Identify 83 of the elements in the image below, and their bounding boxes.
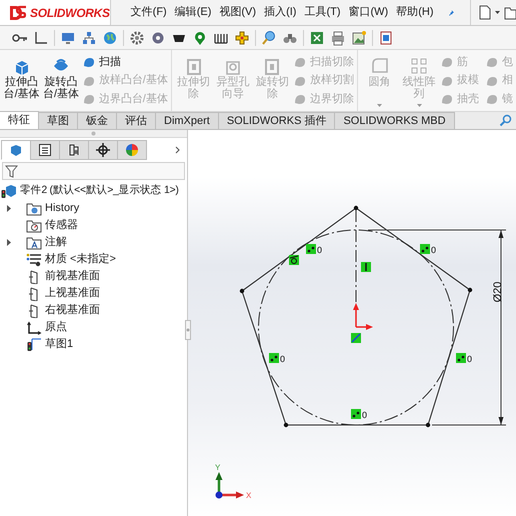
tree-item[interactable]: 右视基准面 [45,302,100,319]
origin-icon [26,320,42,334]
folder-icon [26,218,42,232]
feature-icon [293,92,308,106]
gear-icon[interactable] [129,30,145,46]
relation-marker[interactable] [361,262,371,272]
collapsed-arrow-icon[interactable] [6,239,12,246]
logo-mark-icon [8,4,28,22]
tab[interactable]: SOLIDWORKS 插件 [218,112,336,129]
feature-icon [293,55,308,69]
rounded-block-icon [370,56,390,76]
collapsed-arrow-icon[interactable] [6,205,12,212]
menu-item[interactable]: 视图(V) [219,4,256,21]
tree-item[interactable]: 草图1 [45,336,74,353]
tree-item[interactable]: 材质 <未指定> [45,251,116,268]
feature-button[interactable]: 扫描 [82,53,168,71]
angle-icon[interactable] [33,30,49,46]
sketch-icon [26,337,42,352]
chevron-right-icon[interactable] [175,146,181,154]
panel-tab[interactable] [59,140,89,160]
cube-icon [9,143,23,157]
cog-icon[interactable] [150,30,166,46]
relation-marker[interactable] [289,255,299,265]
feature-icon [440,55,454,69]
caret-icon[interactable] [495,10,500,14]
panel-tab[interactable] [30,140,60,160]
tab[interactable]: DimXpert [156,112,219,129]
splitter-handle-icon[interactable] [91,131,96,136]
open-folder-icon[interactable] [504,5,516,20]
menu-item[interactable]: 编辑(E) [174,4,212,21]
new-document-icon[interactable] [479,5,491,20]
feature-icon [440,92,454,106]
map-pin-icon[interactable] [192,30,208,46]
search-icon[interactable] [499,114,512,127]
panel-resize-handle-icon[interactable] [185,320,191,340]
printer-icon[interactable] [330,30,346,46]
feature-icon [82,55,96,69]
feature-icon [82,92,96,106]
tree-item[interactable]: History [45,200,80,217]
color-wheel-icon [125,143,139,157]
menu-item[interactable]: 帮助(H) [396,4,434,21]
crosshair-icon [96,143,110,157]
config-icon [67,143,81,157]
tree-item[interactable]: 前视基准面 [45,268,100,285]
feature-button[interactable]: 旋转凸台/基体 [42,50,80,111]
filter-field[interactable] [2,162,185,180]
tree-item[interactable]: 传感器 [45,217,78,234]
filter-icon [5,164,18,178]
tab[interactable]: 草图 [39,112,78,129]
tab[interactable]: 评估 [117,112,156,129]
book-icon[interactable] [378,30,394,46]
grid-icon [409,56,430,76]
menu-item[interactable]: 插入(I) [264,4,296,21]
feature-icon [484,92,499,106]
material-icon [26,252,42,266]
cross-icon[interactable] [234,30,250,46]
magnifier-icon[interactable] [261,30,277,46]
tab[interactable]: 钣金 [78,112,117,129]
menu-item[interactable]: 文件(F) [130,4,167,21]
feature-icon [484,55,499,69]
tree-item[interactable]: 注解 [45,234,67,251]
tab[interactable]: SOLIDWORKS MBD [335,112,455,129]
menu-item[interactable]: 窗口(W) [348,4,388,21]
tree-item[interactable]: 上视基准面 [45,285,100,302]
tree-item[interactable]: 原点 [45,319,67,336]
globe-icon[interactable] [102,30,118,46]
relation-marker[interactable] [351,333,361,343]
folder-icon [26,236,42,250]
logo-text: SOLIDWORKS [30,4,110,22]
list-icon [38,143,52,157]
image-icon[interactable] [351,30,367,46]
menu-item[interactable]: 工具(T) [304,4,340,21]
part-icon [1,184,17,198]
feature-button[interactable]: 拉伸凸台/基体 [3,50,40,111]
folder-icon [26,202,42,216]
tab[interactable]: 特征 [0,111,39,129]
axis-triad-drawing: Y X [215,463,252,500]
dimension-text[interactable]: Ø20 [492,282,504,302]
spreadsheet-icon[interactable] [309,30,325,46]
tree-item[interactable]: 零件2 (默认<<默认>_显示状态 1>) [20,183,179,199]
panel-tab[interactable] [88,140,118,160]
origin-arrows-drawing [353,303,373,330]
network-icon[interactable] [81,30,97,46]
